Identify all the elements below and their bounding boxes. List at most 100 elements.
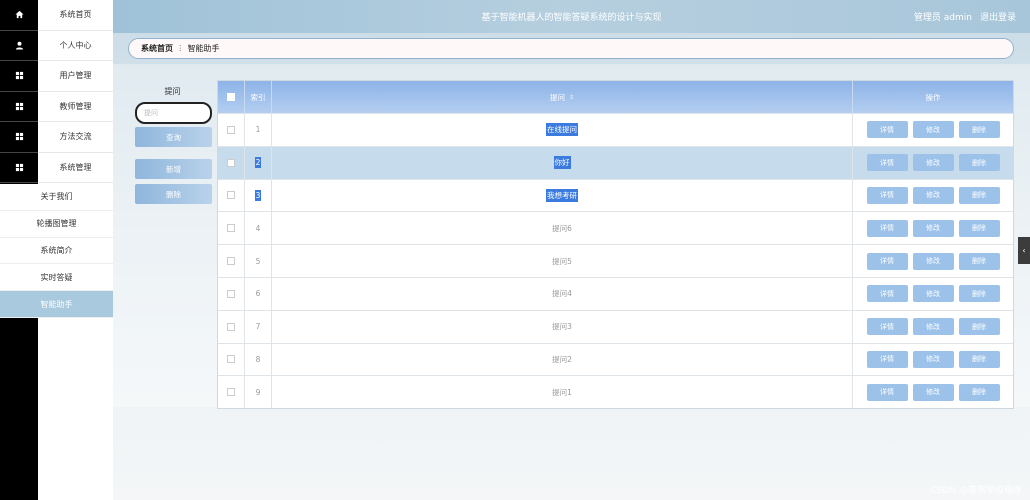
table-row[interactable]: 1 在线提问 详情 修改 删除 <box>218 113 1013 146</box>
detail-button[interactable]: 详情 <box>866 121 908 139</box>
edit-button[interactable]: 修改 <box>912 350 954 368</box>
header-index: 索引 <box>245 81 272 113</box>
breadcrumb-home[interactable]: 系统首页 <box>141 43 173 54</box>
row-checkbox[interactable] <box>227 322 235 331</box>
header-question[interactable]: 提问 ⇕ <box>272 81 853 113</box>
table-row[interactable]: 5 提问5 详情 修改 删除 <box>218 244 1013 277</box>
detail-button[interactable]: 详情 <box>866 350 908 368</box>
row-delete-button[interactable]: 删除 <box>958 252 1000 270</box>
row-checkbox[interactable] <box>227 257 235 266</box>
edit-button[interactable]: 修改 <box>912 252 954 270</box>
breadcrumb: 系统首页 ⵗ 智能助手 <box>128 38 1014 59</box>
row-delete-button[interactable]: 删除 <box>958 186 1000 204</box>
top-header: 基于智能机器人的智能答疑系统的设计与实现 管理员 admin 退出登录 <box>113 0 1030 33</box>
row-delete-button[interactable]: 删除 <box>958 154 1000 172</box>
row-delete-button[interactable]: 删除 <box>958 318 1000 336</box>
row-question: 提问5 <box>552 256 572 266</box>
grid-icon[interactable] <box>0 61 38 92</box>
submenu-item-carousel[interactable]: 轮播图管理 <box>0 211 113 238</box>
search-label: 提问 <box>164 87 181 96</box>
row-question: 我想考研 <box>546 188 578 202</box>
row-checkbox[interactable] <box>227 158 235 167</box>
row-checkbox[interactable] <box>227 289 235 298</box>
table-row[interactable]: 3 我想考研 详情 修改 删除 <box>218 178 1013 212</box>
row-delete-button[interactable]: 删除 <box>958 383 1000 401</box>
add-button[interactable]: 新增 <box>135 159 212 179</box>
row-index: 1 <box>255 125 261 135</box>
row-delete-button[interactable]: 删除 <box>958 285 1000 303</box>
row-index: 7 <box>255 322 261 332</box>
row-question: 提问1 <box>552 387 572 397</box>
row-checkbox[interactable] <box>227 125 235 134</box>
logout-link[interactable]: 退出登录 <box>980 13 1016 23</box>
question-table: 索引 提问 ⇕ 操作 1 在线提问 详情 修改 删除 2 你好 详情 修改 删除 3 我想考研 详情 修改删… <box>217 80 1014 410</box>
sidebar-item-users[interactable]: 用户管理 <box>38 61 113 92</box>
table-row[interactable]: 9 提问1 详情 修改 删除 <box>218 375 1013 409</box>
row-index: 5 <box>255 256 261 266</box>
header-actions: 操作 <box>925 92 941 102</box>
edit-button[interactable]: 修改 <box>912 154 954 172</box>
edit-button[interactable]: 修改 <box>912 383 954 401</box>
table-row[interactable]: 8 提问2 详情 修改 删除 <box>218 342 1013 376</box>
edit-button[interactable]: 修改 <box>912 219 954 237</box>
row-checkbox[interactable] <box>227 191 235 200</box>
sidebar-item-profile[interactable]: 个人中心 <box>38 31 113 61</box>
row-question: 提问2 <box>552 354 572 364</box>
row-checkbox[interactable] <box>227 224 235 233</box>
edit-button[interactable]: 修改 <box>912 318 954 336</box>
row-question: 提问4 <box>552 289 572 299</box>
row-index: 3 <box>254 189 262 201</box>
table-row[interactable]: 4 提问6 详情 修改 删除 <box>218 211 1013 245</box>
detail-button[interactable]: 详情 <box>866 318 908 336</box>
detail-button[interactable]: 详情 <box>866 219 908 237</box>
row-question: 你好 <box>553 156 571 170</box>
row-checkbox[interactable] <box>227 355 235 364</box>
row-delete-button[interactable]: 删除 <box>958 350 1000 368</box>
edit-button[interactable]: 修改 <box>912 186 954 204</box>
sidebar-item-home[interactable]: 系统首页 <box>38 0 113 31</box>
grid-icon[interactable] <box>0 122 38 153</box>
table-row[interactable]: 2 你好 详情 修改 删除 <box>218 145 1013 179</box>
table-body: 1 在线提问 详情 修改 删除 2 你好 详情 修改 删除 3 我想考研 详情 修改 删除 4 提问6 详情 修改删… <box>218 113 1013 409</box>
submenu-item-about[interactable]: 关于我们 <box>0 184 113 211</box>
detail-button[interactable]: 详情 <box>866 154 908 172</box>
sort-icon[interactable]: ⇕ <box>569 94 574 101</box>
table-row[interactable]: 7 提问3 详情 修改 删除 <box>218 309 1013 343</box>
edit-button[interactable]: 修改 <box>912 285 954 303</box>
detail-button[interactable]: 详情 <box>866 285 908 303</box>
row-question: 提问6 <box>552 223 572 233</box>
query-button[interactable]: 查询 <box>135 127 212 147</box>
sidebar-item-teachers[interactable]: 教师管理 <box>38 92 113 122</box>
watermark: CSDN @基努毕设程序 <box>930 486 1022 496</box>
row-delete-button[interactable]: 删除 <box>958 121 1000 139</box>
chevron-left-icon[interactable]: ‹ <box>1018 237 1030 264</box>
user-icon[interactable] <box>0 31 38 61</box>
row-index: 2 <box>254 157 262 169</box>
breadcrumb-current: 智能助手 <box>187 44 220 53</box>
submenu-item-assistant[interactable]: 智能助手 <box>0 291 113 318</box>
row-delete-button[interactable]: 删除 <box>958 219 1000 237</box>
detail-button[interactable]: 详情 <box>866 252 908 270</box>
grid-icon[interactable] <box>0 153 38 183</box>
user-name: 管理员 admin <box>913 13 972 23</box>
submenu-item-live-qa[interactable]: 实时答疑 <box>0 264 113 292</box>
sidebar-item-system[interactable]: 系统管理 <box>38 153 113 183</box>
app-title: 基于智能机器人的智能答疑系统的设计与实现 <box>481 13 662 23</box>
table-row[interactable]: 6 提问4 详情 修改 删除 <box>218 276 1013 310</box>
edit-button[interactable]: 修改 <box>912 121 954 139</box>
grid-icon[interactable] <box>0 92 38 122</box>
select-all-checkbox[interactable] <box>227 93 235 101</box>
detail-button[interactable]: 详情 <box>866 186 908 204</box>
row-question: 在线提问 <box>546 123 578 137</box>
delete-button[interactable]: 删除 <box>135 184 212 204</box>
sidebar-item-methods[interactable]: 方法交流 <box>38 122 113 153</box>
row-index: 4 <box>255 223 261 233</box>
breadcrumb-separator: ⵗ <box>179 44 182 53</box>
detail-button[interactable]: 详情 <box>866 383 908 401</box>
submenu-item-intro[interactable]: 系统简介 <box>0 238 113 265</box>
row-index: 9 <box>255 387 261 397</box>
search-input[interactable]: 提问 <box>135 102 212 124</box>
row-index: 6 <box>255 289 261 299</box>
home-icon[interactable] <box>0 0 38 31</box>
row-checkbox[interactable] <box>227 388 235 397</box>
